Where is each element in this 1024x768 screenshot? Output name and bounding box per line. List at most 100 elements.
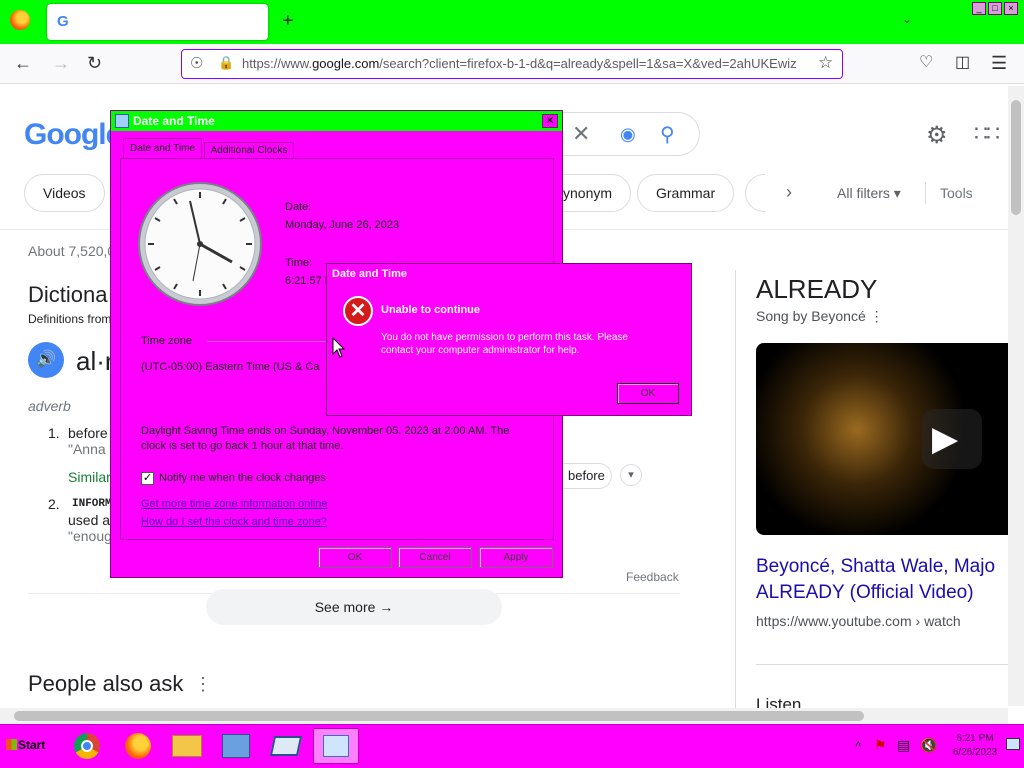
panel-subtitle: Song by Beyoncé ⋮	[756, 308, 884, 325]
system-clock[interactable]: 6:21 PM 6/26/2023	[945, 732, 1005, 760]
set-clock-help-link[interactable]: How do I set the clock and time zone?	[141, 516, 327, 528]
knowledge-panel-border	[735, 270, 736, 710]
url-text[interactable]: https://www.google.com/search?client=fir…	[242, 56, 802, 71]
windows-logo-icon	[6, 739, 17, 750]
all-filters-button[interactable]: All filters ▾	[837, 185, 901, 202]
tab-list-chevron-icon[interactable]: ⌄	[902, 12, 912, 26]
more-vert-icon[interactable]: ⋮	[870, 308, 884, 324]
video-title-line1[interactable]: Beyoncé, Shatta Wale, Majo	[756, 556, 995, 578]
maximize-window-button[interactable]: □	[988, 2, 1002, 15]
video-source[interactable]: https://www.youtube.com › watch	[756, 613, 961, 629]
clear-search-icon[interactable]: ✕	[572, 121, 590, 147]
google-logo[interactable]: Google	[24, 118, 122, 152]
error-message-line2: contact your computer administrator for …	[381, 345, 580, 356]
error-heading: Unable to continue	[381, 304, 480, 316]
notify-label[interactable]: Notify me when the clock changes	[159, 472, 326, 484]
chrome-icon[interactable]	[64, 728, 110, 764]
dst-info-line2: clock is set to go back 1 hour at that t…	[141, 440, 344, 452]
volume-muted-icon[interactable]: 🔇	[920, 737, 937, 754]
date-value: Monday, June 26, 2023	[285, 219, 400, 231]
lens-camera-icon[interactable]: ◉	[620, 124, 636, 145]
show-desktop-icon[interactable]	[1006, 738, 1020, 750]
tools-button[interactable]: Tools	[940, 185, 973, 201]
firefox-icon[interactable]	[10, 10, 30, 30]
apps-grid-icon[interactable]: ∷∷	[974, 121, 1000, 147]
analog-clock	[138, 182, 262, 306]
usage-tag: INFORM	[72, 498, 112, 510]
back-arrow-icon[interactable]: ←	[14, 52, 32, 74]
show-hidden-icons-icon[interactable]: ˄	[855, 739, 861, 751]
dialog-titlebar[interactable]: Date and Time	[111, 111, 562, 131]
horizontal-scroll-thumb[interactable]	[14, 711, 864, 721]
expand-chevron-icon[interactable]: ▾	[620, 464, 642, 486]
dictionary-source: Definitions from	[28, 312, 112, 326]
time-label: Time:	[285, 257, 313, 269]
tab-date-and-time[interactable]: Date and Time	[123, 138, 202, 159]
forward-arrow-icon[interactable]: →	[52, 52, 70, 74]
play-icon[interactable]: ▶	[932, 419, 958, 459]
chip-partial[interactable]	[745, 174, 765, 212]
bookmark-star-icon[interactable]: ☆	[818, 53, 833, 73]
url-prefix: https://www.	[242, 56, 313, 71]
shield-icon[interactable]: ☉	[190, 54, 203, 72]
new-tab-button[interactable]: +	[282, 10, 294, 32]
url-bar[interactable]: ☉ 🔒 https://www.google.com/search?client…	[181, 49, 843, 79]
part-of-speech: adverb	[28, 398, 71, 414]
date-time-taskbar-icon[interactable]	[313, 728, 359, 764]
menu-hamburger-icon[interactable]: ☰	[991, 52, 1007, 74]
ok-button[interactable]: OK	[318, 547, 392, 568]
google-favicon: G	[57, 13, 69, 30]
url-path: /search?client=firefox-b-1-d&q=already&s…	[379, 56, 797, 71]
network-icon[interactable]: ▤	[897, 737, 910, 754]
chip-videos[interactable]: Videos	[24, 174, 105, 212]
vertical-scroll-thumb[interactable]	[1011, 100, 1021, 215]
definition-2: used a	[68, 512, 111, 528]
action-center-flag-icon[interactable]: ⚑	[874, 737, 887, 754]
speaker-icon[interactable]: 🔊	[28, 342, 64, 378]
chip-scroll-right-icon[interactable]: ›	[786, 182, 792, 203]
similar-label: Similar	[68, 469, 111, 485]
taskbar: Start ˄ ⚑ ▤ 🔇 6:21 PM 6/26/2023	[0, 724, 1024, 768]
chip-grammar[interactable]: Grammar	[637, 174, 735, 212]
video-thumbnail[interactable]: ▶	[756, 343, 1008, 535]
similar-chip-before[interactable]: before	[562, 463, 612, 489]
firefox-taskbar-icon[interactable]	[115, 728, 161, 764]
error-dialog-titlebar[interactable]: Date and Time	[327, 264, 691, 284]
start-button[interactable]: Start	[2, 730, 54, 762]
lock-icon[interactable]: 🔒	[218, 55, 234, 71]
see-more-button[interactable]: See more →	[206, 589, 502, 625]
definition-1: before	[68, 425, 108, 441]
clock-date: 6/26/2023	[952, 747, 998, 758]
timezone-info-link[interactable]: Get more time zone information online	[141, 498, 327, 510]
error-message-line1: You do not have permission to perform th…	[381, 332, 628, 343]
pocket-icon[interactable]: ♡	[919, 52, 933, 74]
video-title-line2[interactable]: ALREADY (Official Video)	[756, 582, 974, 604]
all-filters-label: All filters	[837, 185, 890, 201]
cancel-button[interactable]: Cancel	[398, 547, 472, 568]
timezone-separator	[207, 341, 327, 342]
reload-icon[interactable]: ↻	[87, 52, 102, 74]
people-also-ask-heading: People also ask	[28, 671, 184, 696]
error-dialog-title: Date and Time	[332, 268, 407, 280]
error-ok-button[interactable]: OK	[617, 383, 679, 404]
browser-tab[interactable]: G	[47, 4, 268, 40]
search-icon[interactable]: ⚲	[660, 122, 675, 147]
tab-additional-clocks[interactable]: Additional Clocks	[204, 142, 294, 159]
notify-checkbox[interactable]: ✓	[141, 472, 154, 485]
close-icon[interactable]: ✕	[542, 114, 558, 128]
file-explorer-icon[interactable]	[164, 728, 210, 764]
arrow-right-icon: →	[379, 599, 394, 615]
feedback-link[interactable]: Feedback	[626, 570, 679, 584]
control-panel-icon[interactable]	[213, 728, 259, 764]
panel-title: ALREADY	[756, 274, 878, 304]
extensions-icon[interactable]: ◫	[955, 52, 970, 74]
settings-gear-icon[interactable]: ⚙	[926, 121, 948, 150]
definition-1-example: "Anna	[68, 441, 106, 457]
dictionary-word: al·r	[76, 346, 114, 376]
close-window-button[interactable]: ×	[1004, 2, 1018, 15]
remote-desktop-icon[interactable]	[263, 728, 309, 764]
minimize-window-button[interactable]: _	[972, 2, 986, 15]
apply-button[interactable]: Apply	[479, 547, 553, 568]
timezone-label: Time zone	[141, 335, 192, 347]
more-options-icon[interactable]: ⋮	[194, 674, 212, 695]
